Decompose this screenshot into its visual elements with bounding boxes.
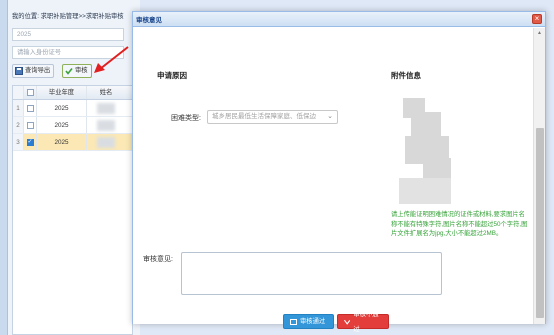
left-nav-strip[interactable]: [0, 0, 8, 335]
row-checkbox-checked[interactable]: ✓: [26, 138, 34, 146]
dialog-scrollbar[interactable]: ▲: [533, 28, 545, 324]
attachment-image[interactable]: [393, 98, 465, 212]
dialog-title: 审核意见: [136, 17, 162, 24]
review-opinion-textarea[interactable]: [181, 252, 442, 295]
approve-button-label: 审核通过: [300, 318, 326, 325]
table-row[interactable]: 1 2025: [13, 100, 132, 117]
difficulty-type-label: 困难类型:: [171, 115, 201, 122]
right-edge-panel: [546, 0, 554, 335]
row-name: [87, 117, 125, 133]
check-icon: [65, 68, 73, 75]
grid-header-index: [13, 86, 24, 99]
table-row-selected[interactable]: 3 ✓ 2025: [13, 134, 132, 151]
review-dialog: 审核意见 × 申请原因 附件信息 困难类型: 城乡居民最低生活保障家庭、低保边 …: [132, 11, 546, 333]
chevron-down-icon: ⌄: [327, 113, 333, 120]
annotation-arrow-icon: [94, 46, 129, 73]
breadcrumb: 我的位置: 求职补贴管理>>求职补贴审核: [12, 13, 124, 20]
dialog-body: 申请原因 附件信息 困难类型: 城乡居民最低生活保障家庭、低保边 ⌄ 请上传能证…: [133, 28, 533, 333]
grid-header: 毕业年度 姓名: [13, 86, 132, 100]
upload-notice: 请上传能证明困难情况的证件或材料,要求图片名称不能有特殊字符,图片名称不能超过5…: [391, 211, 528, 237]
select-all-checkbox[interactable]: [26, 89, 34, 96]
student-grid: 毕业年度 姓名 1 2025 2 2025 3 ✓ 2025: [12, 85, 133, 335]
row-index: 2: [13, 117, 24, 133]
scroll-up-icon[interactable]: ▲: [534, 28, 545, 38]
difficulty-type-select[interactable]: 城乡居民最低生活保障家庭、低保边 ⌄: [207, 110, 338, 124]
row-name: [87, 134, 125, 150]
review-opinion-label: 审核意见:: [143, 256, 173, 263]
dialog-header[interactable]: 审核意见: [133, 12, 545, 27]
grid-header-checkbox-cell[interactable]: [24, 86, 37, 99]
close-icon[interactable]: ×: [532, 14, 542, 24]
attachment-heading: 附件信息: [391, 71, 421, 80]
query-export-label: 查询导出: [25, 67, 51, 74]
table-row[interactable]: 2 2025: [13, 117, 132, 134]
query-export-button[interactable]: 查询导出: [12, 64, 55, 78]
difficulty-type-value: 城乡居民最低生活保障家庭、低保边: [212, 113, 316, 120]
scroll-thumb[interactable]: [536, 128, 544, 318]
reject-button-label: 审核不通过: [353, 310, 379, 333]
row-year: 2025: [37, 134, 87, 150]
grid-header-year[interactable]: 毕业年度: [37, 86, 87, 99]
grid-header-name[interactable]: 姓名: [87, 86, 125, 99]
row-checkbox[interactable]: [26, 121, 34, 129]
redacted-name: [97, 103, 115, 114]
row-year: 2025: [37, 100, 87, 116]
row-index: 3: [13, 134, 24, 150]
row-name: [87, 100, 125, 116]
save-icon: [15, 67, 23, 75]
reject-button[interactable]: 审核不通过: [337, 311, 389, 333]
row-index: 1: [13, 100, 24, 116]
row-checkbox[interactable]: [26, 104, 34, 112]
approve-icon: [290, 318, 297, 325]
year-input[interactable]: 2025: [12, 28, 124, 41]
reject-icon: [344, 319, 351, 325]
redacted-name: [97, 137, 115, 148]
redacted-name: [97, 120, 115, 131]
approve-button[interactable]: 审核通过: [283, 314, 334, 329]
review-label: 审核: [75, 67, 88, 74]
row-year: 2025: [37, 117, 87, 133]
application-reason-heading: 申请原因: [157, 71, 187, 80]
